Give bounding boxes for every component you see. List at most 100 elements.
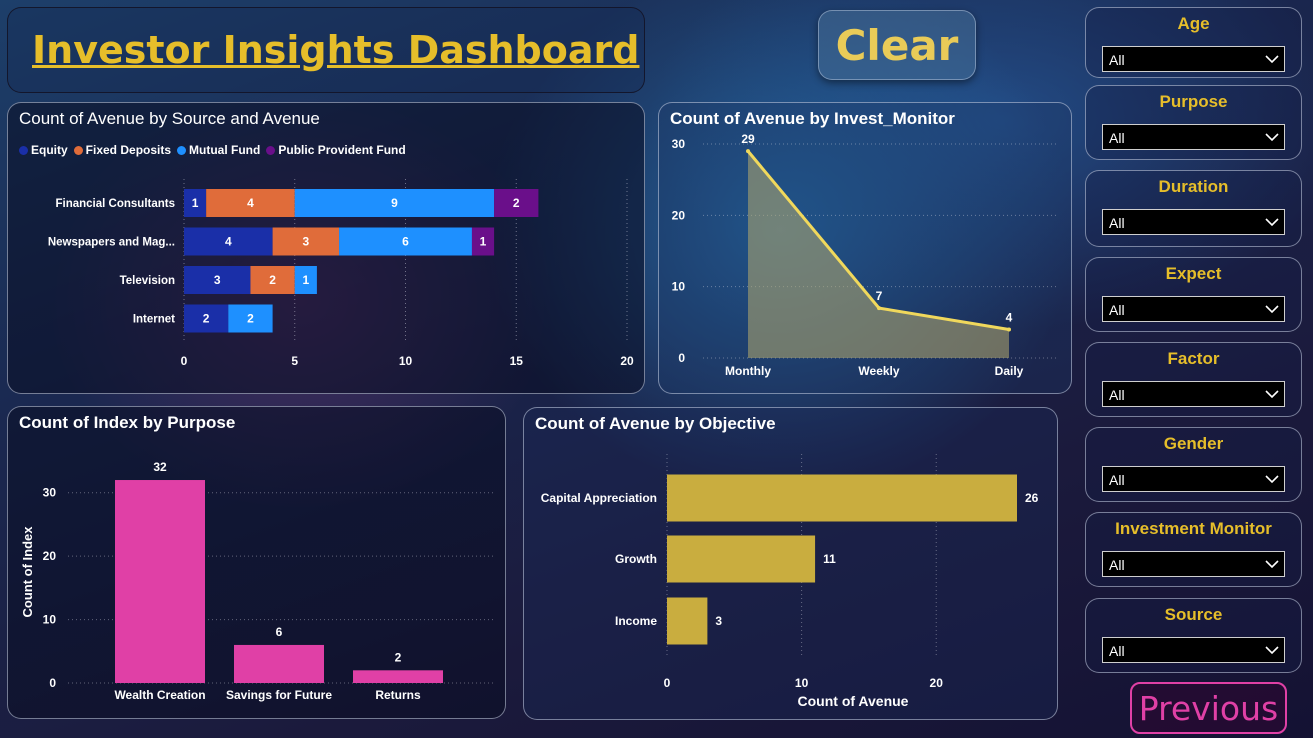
y-tick-label: 30 bbox=[43, 486, 57, 500]
duration-dropdown[interactable]: All bbox=[1102, 209, 1285, 235]
data-label: 1 bbox=[192, 196, 199, 210]
invest-monitor-chart-panel: Count of Avenue by Invest_Monitor 0 10 20 3… bbox=[658, 102, 1072, 394]
slicer-label: Gender bbox=[1163, 434, 1224, 453]
y-category-label: Income bbox=[615, 614, 657, 628]
slicer-purpose: Purpose All bbox=[1085, 85, 1302, 160]
slicer-label: Duration bbox=[1158, 177, 1229, 196]
bar bbox=[667, 597, 708, 645]
x-category-label: Wealth Creation bbox=[114, 688, 205, 702]
y-tick-label: 20 bbox=[43, 549, 57, 563]
data-label: 2 bbox=[513, 196, 520, 210]
data-label: 4 bbox=[247, 196, 254, 210]
x-axis-label: Count of Avenue bbox=[798, 693, 909, 709]
chevron-down-icon bbox=[1265, 305, 1279, 314]
data-point bbox=[877, 306, 881, 311]
data-label: 2 bbox=[203, 312, 210, 326]
source-dropdown[interactable]: All bbox=[1102, 637, 1285, 663]
y-tick-label: 0 bbox=[49, 676, 56, 690]
objective-chart-panel: Count of Avenue by Objective 0 10 20 Count … bbox=[523, 407, 1058, 720]
x-tick-label: 20 bbox=[930, 676, 944, 690]
data-point bbox=[746, 149, 750, 154]
x-category-label: Daily bbox=[995, 364, 1024, 378]
dropdown-value: All bbox=[1109, 387, 1125, 403]
dashboard-title: Investor Insights Dashboard bbox=[32, 28, 640, 72]
y-tick-label: 0 bbox=[678, 351, 685, 365]
x-tick-label: 5 bbox=[291, 354, 298, 368]
area-fill bbox=[748, 151, 1009, 358]
investment-monitor-dropdown[interactable]: All bbox=[1102, 551, 1285, 577]
data-label: 3 bbox=[302, 235, 309, 249]
data-label: 4 bbox=[1006, 310, 1013, 324]
factor-dropdown[interactable]: All bbox=[1102, 381, 1285, 407]
slicer-source: Source All bbox=[1085, 598, 1302, 673]
dropdown-value: All bbox=[1109, 52, 1125, 68]
expect-dropdown[interactable]: All bbox=[1102, 296, 1285, 322]
data-label: 9 bbox=[391, 196, 398, 210]
x-tick-label: 15 bbox=[510, 354, 524, 368]
chevron-down-icon bbox=[1265, 646, 1279, 655]
bar bbox=[667, 535, 816, 583]
bar bbox=[353, 670, 443, 683]
y-category-label: Newspapers and Mag... bbox=[48, 237, 175, 249]
data-label: 11 bbox=[823, 552, 836, 566]
x-tick-label: 10 bbox=[399, 354, 413, 368]
source-avenue-chart[interactable]: 0 5 10 15 20 Financial Consultants 1 4 9 2 Newspap… bbox=[8, 103, 644, 393]
data-label: 1 bbox=[480, 235, 487, 249]
dropdown-value: All bbox=[1109, 557, 1125, 573]
y-category-label: Capital Appreciation bbox=[541, 491, 657, 505]
bar bbox=[115, 480, 205, 683]
purpose-chart[interactable]: 0 10 20 30 Count of Index 32 Wealth Creation 6 S… bbox=[8, 407, 505, 718]
x-tick-label: 20 bbox=[620, 354, 634, 368]
x-tick-label: 10 bbox=[795, 676, 809, 690]
y-tick-label: 10 bbox=[43, 613, 57, 627]
data-label: 1 bbox=[302, 273, 309, 287]
gender-dropdown[interactable]: All bbox=[1102, 466, 1285, 492]
slicer-label: Factor bbox=[1167, 349, 1220, 368]
bar bbox=[234, 644, 324, 683]
data-label: 2 bbox=[269, 273, 276, 287]
data-label: 7 bbox=[876, 289, 883, 303]
data-label: 6 bbox=[402, 235, 409, 249]
data-label: 3 bbox=[214, 273, 221, 287]
purpose-dropdown[interactable]: All bbox=[1102, 124, 1285, 150]
slicer-duration: Duration All bbox=[1085, 170, 1302, 247]
y-tick-label: 30 bbox=[672, 137, 686, 151]
slicer-label: Source bbox=[1164, 605, 1223, 624]
data-label: 6 bbox=[276, 625, 283, 639]
slicer-age: Age All bbox=[1085, 7, 1302, 78]
slicer-label: Investment Monitor bbox=[1115, 519, 1272, 538]
invest-monitor-chart[interactable]: 0 10 20 30 29 Monthly 7 Weekly 4 Daily bbox=[659, 103, 1071, 393]
dropdown-value: All bbox=[1109, 130, 1125, 146]
dropdown-value: All bbox=[1109, 302, 1125, 318]
title-panel: Investor Insights Dashboard bbox=[7, 7, 645, 93]
slicer-label: Age bbox=[1177, 14, 1210, 33]
dropdown-value: All bbox=[1109, 643, 1125, 659]
slicer-gender: Gender All bbox=[1085, 427, 1302, 502]
data-label: 4 bbox=[225, 235, 232, 249]
clear-button[interactable]: Clear bbox=[818, 10, 976, 80]
previous-button[interactable]: Previous bbox=[1130, 682, 1287, 734]
chevron-down-icon bbox=[1265, 390, 1279, 399]
data-label: 29 bbox=[741, 132, 755, 146]
y-category-label: Internet bbox=[133, 314, 175, 326]
chevron-down-icon bbox=[1265, 133, 1279, 142]
chevron-down-icon bbox=[1265, 55, 1279, 64]
x-category-label: Weekly bbox=[858, 364, 899, 378]
y-category-label: Financial Consultants bbox=[56, 198, 176, 210]
data-label: 2 bbox=[247, 312, 254, 326]
data-label: 26 bbox=[1025, 491, 1039, 505]
chevron-down-icon bbox=[1265, 218, 1279, 227]
data-label: 3 bbox=[715, 614, 722, 628]
objective-chart[interactable]: 0 10 20 Count of Avenue 26 Capital Appreciati… bbox=[524, 408, 1057, 719]
y-axis-label: Count of Index bbox=[20, 526, 35, 618]
dropdown-value: All bbox=[1109, 215, 1125, 231]
data-point bbox=[1007, 327, 1011, 332]
slicer-factor: Factor All bbox=[1085, 342, 1302, 417]
age-dropdown[interactable]: All bbox=[1102, 46, 1285, 72]
x-tick-label: 0 bbox=[664, 676, 671, 690]
y-tick-label: 10 bbox=[672, 280, 686, 294]
x-category-label: Monthly bbox=[725, 364, 771, 378]
chevron-down-icon bbox=[1265, 475, 1279, 484]
data-label: 2 bbox=[395, 650, 402, 664]
x-category-label: Returns bbox=[375, 688, 421, 702]
